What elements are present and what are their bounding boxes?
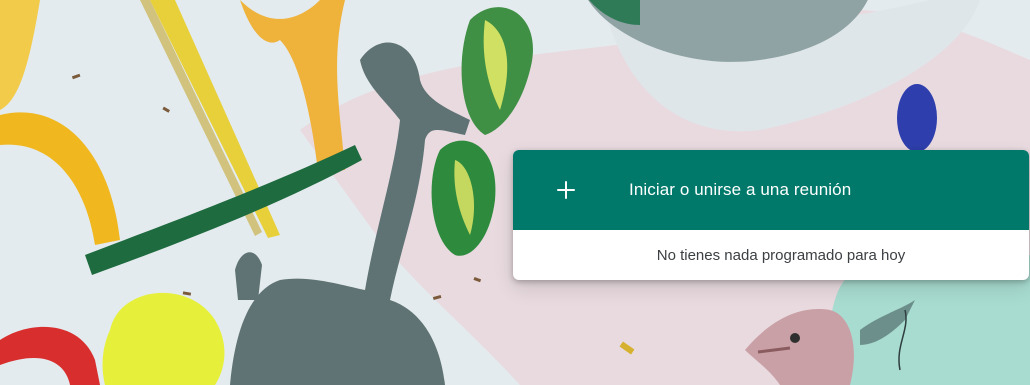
start-or-join-meeting-button[interactable]: Iniciar o unirse a una reunión	[513, 150, 1029, 230]
meeting-card: Iniciar o unirse a una reunión No tienes…	[513, 150, 1029, 280]
join-button-label: Iniciar o unirse a una reunión	[629, 180, 852, 199]
plus-icon	[555, 179, 577, 201]
empty-schedule-message: No tienes nada programado para hoy	[656, 246, 906, 264]
